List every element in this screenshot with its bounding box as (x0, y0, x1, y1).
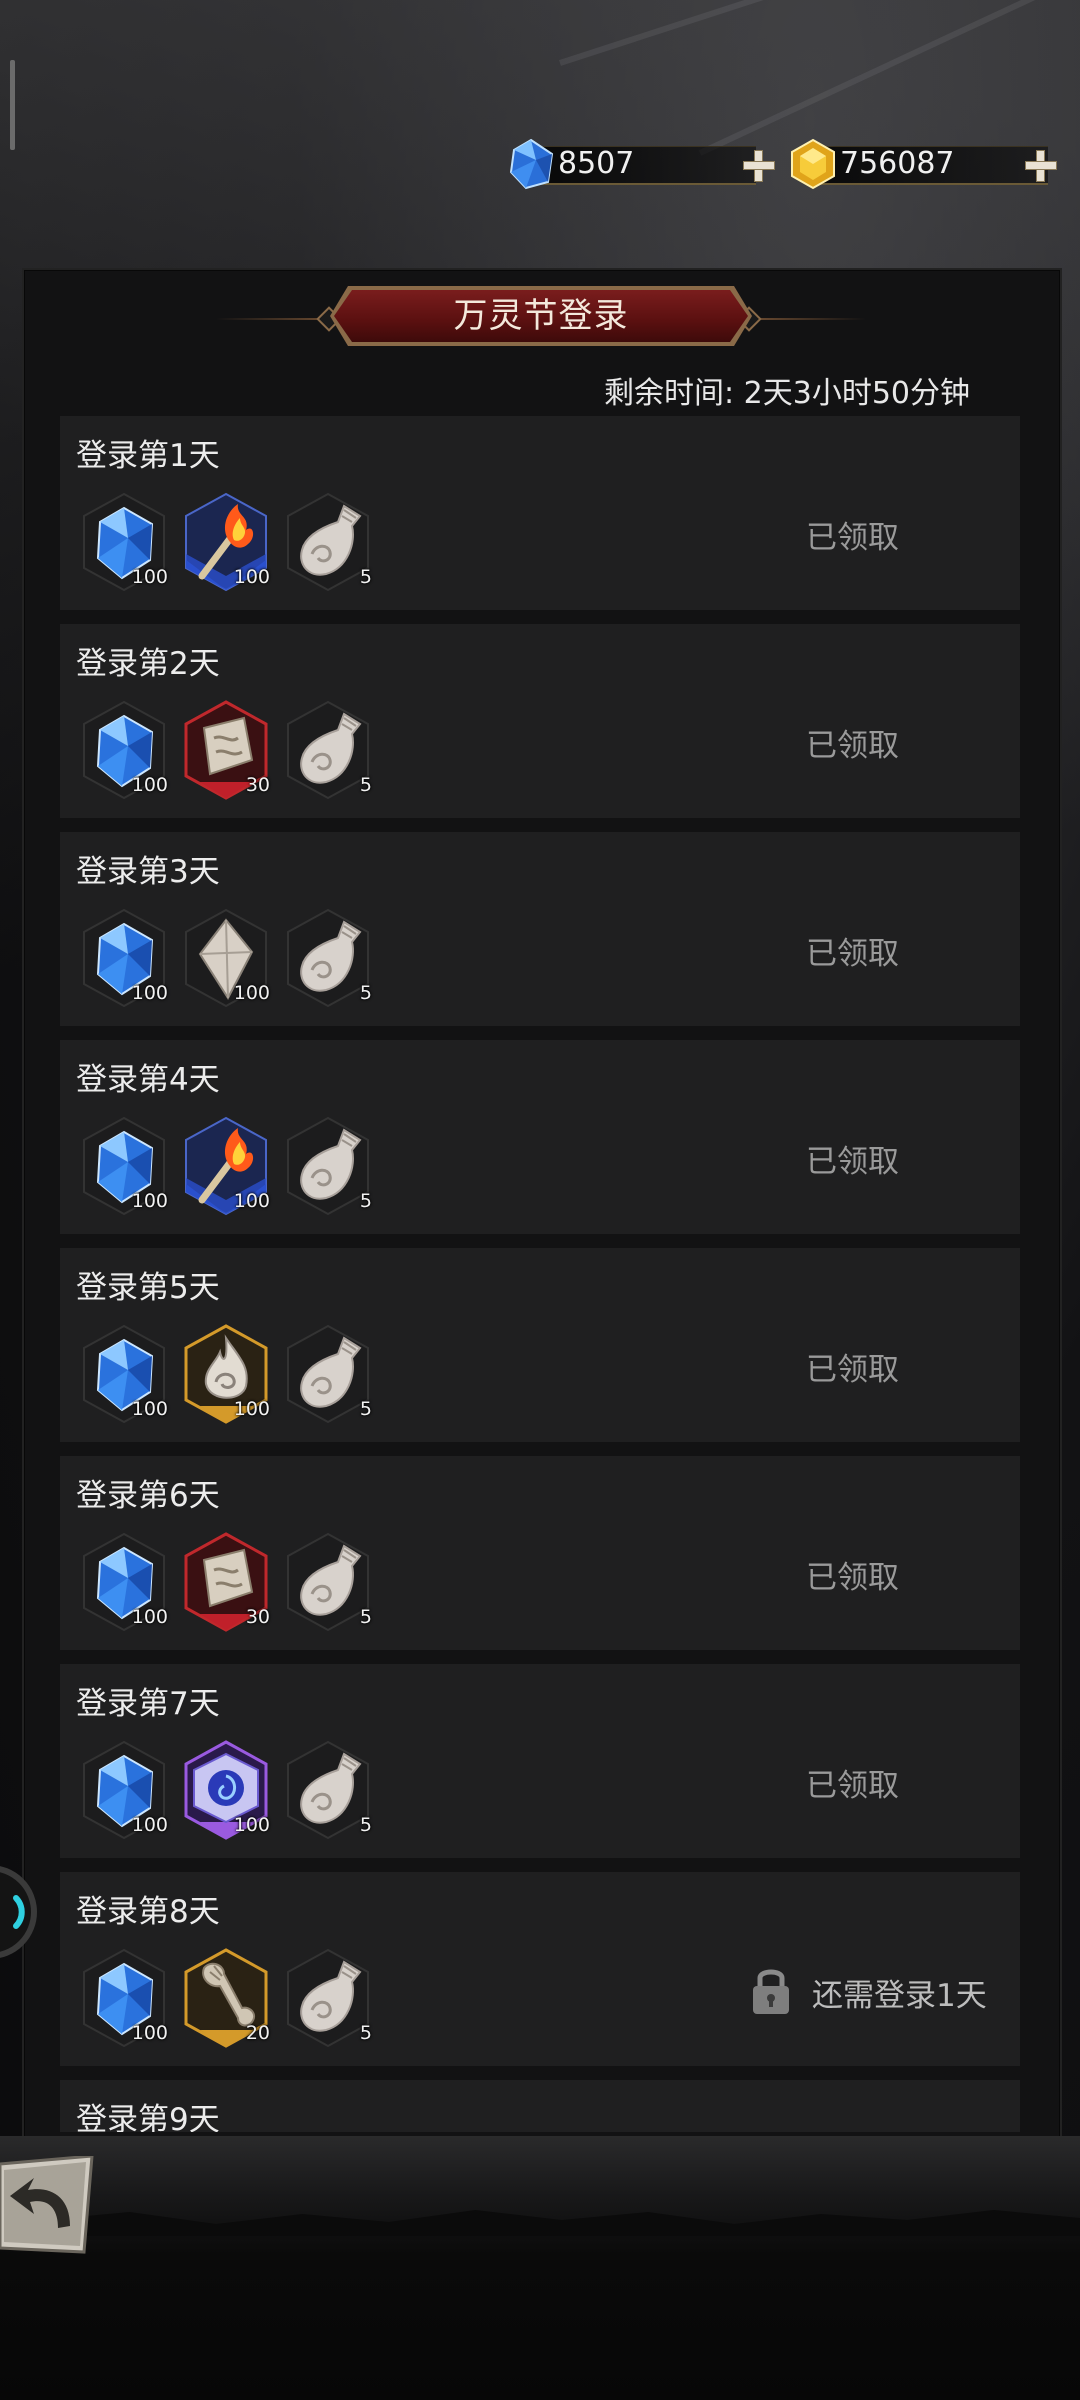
reward-quantity: 100 (233, 566, 270, 588)
reward-item[interactable]: 100 (180, 906, 272, 1010)
reward-row: 登录第1天 100 100 5 已领取 (60, 416, 1020, 610)
reward-row: 登录第7天 100 100 5 已领取 (60, 1664, 1020, 1858)
locked-status-text: 还需登录1天 (812, 1978, 987, 2014)
reward-item[interactable]: 100 (180, 1738, 272, 1842)
event-title-bar: 万灵节登录 (0, 288, 1080, 348)
reward-item[interactable]: 100 (180, 1114, 272, 1218)
event-title: 万灵节登录 (453, 296, 629, 336)
gold-gem-icon (791, 138, 835, 190)
reward-quantity: 100 (233, 982, 270, 1004)
day-label: 登录第7天 (76, 1686, 220, 1722)
day-label: 登录第5天 (76, 1270, 220, 1306)
claimed-status: 已领取 (806, 1352, 899, 1388)
claimed-status: 已领取 (806, 936, 899, 972)
edge-handle (10, 60, 15, 150)
title-ornament-line (756, 318, 866, 320)
reward-item[interactable]: 100 (78, 1946, 170, 2050)
reward-row: 登录第6天 100 30 5 已领取 (60, 1456, 1020, 1650)
reward-item[interactable]: 100 (180, 490, 272, 594)
reward-quantity: 100 (131, 774, 168, 796)
day-label: 登录第8天 (76, 1894, 220, 1930)
login-reward-list[interactable]: 登录第1天 100 100 5 已领取 登录第2天 100 30 5 已领取 登录第3天… (60, 416, 1020, 2132)
reward-quantity: 5 (359, 1398, 372, 1420)
claimed-status: 已领取 (806, 1768, 899, 1804)
reward-item[interactable]: 5 (282, 1114, 374, 1218)
reward-quantity: 100 (131, 566, 168, 588)
reward-item[interactable]: 100 (78, 1530, 170, 1634)
reward-quantity: 5 (359, 2022, 372, 2044)
reward-row: 登录第9天 (60, 2080, 1020, 2132)
reward-row: 登录第8天 100 20 5 还需登录1天 (60, 1872, 1020, 2066)
reward-quantity: 100 (131, 2022, 168, 2044)
day-label: 登录第4天 (76, 1062, 220, 1098)
reward-item[interactable]: 5 (282, 1738, 374, 1842)
lock-icon (753, 1969, 789, 2014)
reward-quantity: 5 (359, 774, 372, 796)
reward-item[interactable]: 100 (78, 698, 170, 802)
reward-item[interactable]: 5 (282, 1946, 374, 2050)
reward-item[interactable]: 100 (78, 1114, 170, 1218)
reward-quantity: 5 (359, 1814, 372, 1836)
reward-item[interactable]: 5 (282, 698, 374, 802)
title-ornament-line (216, 318, 326, 320)
reward-item[interactable]: 30 (180, 1530, 272, 1634)
claimed-status: 已领取 (806, 520, 899, 556)
bottom-bar (0, 2136, 1080, 2400)
claimed-status: 已领取 (806, 728, 899, 764)
reward-row: 登录第5天 100 100 5 已领取 (60, 1248, 1020, 1442)
reward-quantity: 100 (233, 1814, 270, 1836)
blue-gem-value: 8507 (558, 146, 635, 181)
reward-item[interactable]: 5 (282, 490, 374, 594)
reward-quantity: 5 (359, 982, 372, 1004)
reward-quantity: 100 (131, 1814, 168, 1836)
reward-quantity: 100 (233, 1190, 270, 1212)
day-label: 登录第9天 (76, 2102, 220, 2132)
reward-quantity: 20 (245, 2022, 270, 2044)
reward-quantity: 5 (359, 566, 372, 588)
claimed-status: 已领取 (806, 1560, 899, 1596)
add-gold-gem-button[interactable] (1022, 148, 1058, 184)
reward-quantity: 100 (131, 1398, 168, 1420)
blue-gem-currency: 8507 (506, 138, 776, 190)
side-scroll-indicator (0, 1866, 37, 1958)
reward-item[interactable]: 5 (282, 1530, 374, 1634)
reward-quantity: 100 (131, 1606, 168, 1628)
reward-item[interactable]: 100 (180, 1322, 272, 1426)
remaining-time: 剩余时间: 2天3小时50分钟 (604, 376, 970, 411)
reward-item[interactable]: 20 (180, 1946, 272, 2050)
reward-quantity: 100 (131, 1190, 168, 1212)
back-button[interactable] (0, 2156, 100, 2256)
reward-quantity: 5 (359, 1606, 372, 1628)
gold-gem-currency: 756087 (788, 138, 1058, 190)
day-label: 登录第6天 (76, 1478, 220, 1514)
reward-row: 登录第2天 100 30 5 已领取 (60, 624, 1020, 818)
reward-item[interactable]: 5 (282, 1322, 374, 1426)
reward-row: 登录第4天 100 100 5 已领取 (60, 1040, 1020, 1234)
reward-item[interactable]: 5 (282, 906, 374, 1010)
day-label: 登录第1天 (76, 438, 220, 474)
add-blue-gem-button[interactable] (740, 148, 776, 184)
gold-gem-value: 756087 (840, 146, 955, 181)
reward-quantity: 30 (245, 1606, 270, 1628)
reward-item[interactable]: 100 (78, 906, 170, 1010)
reward-item[interactable]: 100 (78, 490, 170, 594)
reward-quantity: 5 (359, 1190, 372, 1212)
blue-gem-icon (509, 138, 554, 190)
claimed-status: 已领取 (806, 1144, 899, 1180)
reward-item[interactable]: 100 (78, 1322, 170, 1426)
reward-quantity: 30 (245, 774, 270, 796)
day-label: 登录第3天 (76, 854, 220, 890)
reward-item[interactable]: 100 (78, 1738, 170, 1842)
reward-quantity: 100 (131, 982, 168, 1004)
reward-row: 登录第3天 100 100 5 已领取 (60, 832, 1020, 1026)
reward-item[interactable]: 30 (180, 698, 272, 802)
day-label: 登录第2天 (76, 646, 220, 682)
reward-quantity: 100 (233, 1398, 270, 1420)
